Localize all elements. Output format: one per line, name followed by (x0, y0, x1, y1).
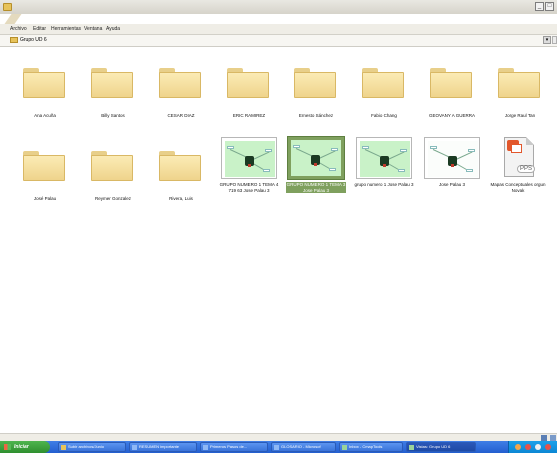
maximize-button[interactable]: □ (545, 2, 554, 11)
folder-icon (294, 68, 336, 98)
address-path[interactable]: Grupo UD 6 (20, 37, 47, 43)
cmap-icon (342, 445, 347, 450)
folder-item[interactable]: CESAR DIAZ (151, 68, 211, 128)
tray-icon[interactable] (535, 444, 541, 450)
tray-icon[interactable] (525, 444, 531, 450)
folder-icon (159, 151, 201, 181)
item-label: GRUPO NUMERO 1 TEMA 4 719 63 Jose Palau … (219, 182, 279, 193)
folder-icon (61, 445, 66, 450)
taskbar-button[interactable]: RESUMEN importante (129, 442, 197, 452)
browser-icon (132, 445, 137, 450)
taskbar-button[interactable]: Inbox - CmapTools (339, 442, 403, 452)
item-label: GRUPO NUMERO 1 TEMA 3 Jose Palau 3 (286, 182, 346, 193)
app-folder-icon (3, 3, 12, 11)
folder-item[interactable]: José Palau (15, 151, 75, 211)
item-label: CESAR DIAZ (167, 113, 195, 118)
folder-item[interactable]: Billy Santos (83, 68, 143, 128)
folder-icon (159, 68, 201, 98)
taskbar-button-label: Vistas: Grupo UD 6 (416, 444, 451, 449)
menu-ayuda[interactable]: Ayuda (106, 26, 120, 32)
folder-item[interactable]: Jorge Raul Tan (490, 68, 550, 128)
address-bar: Grupo UD 6 ▾ (0, 35, 557, 47)
windows-flag-icon (4, 444, 11, 450)
system-tray (508, 441, 557, 453)
folder-icon (91, 68, 133, 98)
folder-icon (91, 151, 133, 181)
item-label: Mapas Conceptuales orgun Novak (490, 182, 546, 193)
item-label: Billy Santos (101, 113, 125, 118)
taskbar-button[interactable]: GLOSARIO - Microsof (271, 442, 336, 452)
mindmap-file-item[interactable]: grupo numero 1 Jose Palau 3 (354, 137, 414, 197)
file-view: Ana Acuña Billy Santos CESAR DIAZ ERIC R… (0, 47, 557, 433)
menu-herramientas[interactable]: Herramientas (51, 26, 81, 32)
mindmap-thumbnail (287, 136, 345, 180)
taskbar-button-label: Subir archivos/Junio (68, 444, 105, 449)
item-label: Ernesto Sánchez (298, 113, 334, 118)
start-label: Iniciar (14, 444, 29, 450)
item-label: Ana Acuña (34, 113, 56, 118)
taskbar-button-label: GLOSARIO - Microsof (281, 444, 321, 449)
title-bar: _ □ (0, 0, 557, 14)
folder-icon (23, 68, 65, 98)
folder-item[interactable]: ERIC RAMIREZ (219, 68, 279, 128)
tray-icon[interactable] (515, 444, 521, 450)
folder-item[interactable]: Fabio Chang (354, 68, 414, 128)
taskbar-button-label: Primeros Pasos de... (210, 444, 248, 449)
folder-item[interactable]: Reymer Gonzalez (83, 151, 143, 211)
folder-item[interactable]: Rivera, Luis (151, 151, 211, 211)
taskbar-button-label: Inbox - CmapTools (349, 444, 383, 449)
menu-ventana[interactable]: Ventana (84, 26, 102, 32)
item-label: Rivera, Luis (169, 196, 193, 201)
item-label: Jose Palau 3 (438, 182, 466, 187)
taskbar: Iniciar Subir archivos/Junio RESUMEN imp… (0, 441, 557, 453)
address-extra-button[interactable] (552, 36, 557, 44)
folder-item[interactable]: Ana Acuña (15, 68, 75, 128)
mindmap-file-item[interactable]: Jose Palau 3 (422, 137, 482, 197)
folder-icon (498, 68, 540, 98)
menu-archivo[interactable]: Archivo (10, 26, 27, 32)
taskbar-button-active[interactable]: Vistas: Grupo UD 6 (406, 442, 476, 452)
item-label: Fabio Chang (371, 113, 397, 118)
item-label: ERIC RAMIREZ (232, 113, 266, 118)
pps-file-item[interactable]: PPS Mapas Conceptuales orgun Novak (488, 137, 548, 197)
browser-icon (203, 445, 208, 450)
mindmap-thumbnail (356, 137, 412, 179)
browser-icon (274, 445, 279, 450)
powerpoint-show-icon: PPS (504, 137, 536, 177)
item-label: grupo numero 1 Jose Palau 3 (354, 182, 414, 187)
mindmap-thumbnail (424, 137, 480, 179)
cmap-icon (409, 445, 414, 450)
mindmap-thumbnail (221, 137, 277, 179)
item-label: José Palau (33, 196, 57, 201)
folder-item[interactable]: GEOVANY A GUERRA (422, 68, 482, 128)
start-button[interactable]: Iniciar (0, 441, 50, 453)
taskbar-button[interactable]: Primeros Pasos de... (200, 442, 268, 452)
address-folder-icon (10, 37, 18, 43)
mindmap-file-item-selected[interactable]: GRUPO NUMERO 1 TEMA 3 Jose Palau 3 (286, 136, 346, 197)
taskbar-button[interactable]: Subir archivos/Junio (58, 442, 126, 452)
item-label: GEOVANY A GUERRA (428, 113, 476, 118)
folder-item[interactable]: Ernesto Sánchez (286, 68, 346, 128)
folder-icon (23, 151, 65, 181)
folder-icon (227, 68, 269, 98)
minimize-button[interactable]: _ (535, 2, 544, 11)
menu-editar[interactable]: Editar (33, 26, 46, 32)
menu-bar: Archivo Editar Herramientas Ventana Ayud… (0, 24, 557, 35)
folder-icon (430, 68, 472, 98)
item-label: Jorge Raul Tan (504, 113, 536, 118)
folder-icon (362, 68, 404, 98)
taskbar-button-label: RESUMEN importante (139, 444, 180, 449)
tray-icon[interactable] (545, 444, 551, 450)
pps-badge: PPS (517, 165, 536, 173)
mindmap-file-item[interactable]: GRUPO NUMERO 1 TEMA 4 719 63 Jose Palau … (219, 137, 279, 197)
item-label: Reymer Gonzalez (94, 196, 131, 201)
address-dropdown-button[interactable]: ▾ (543, 36, 551, 44)
